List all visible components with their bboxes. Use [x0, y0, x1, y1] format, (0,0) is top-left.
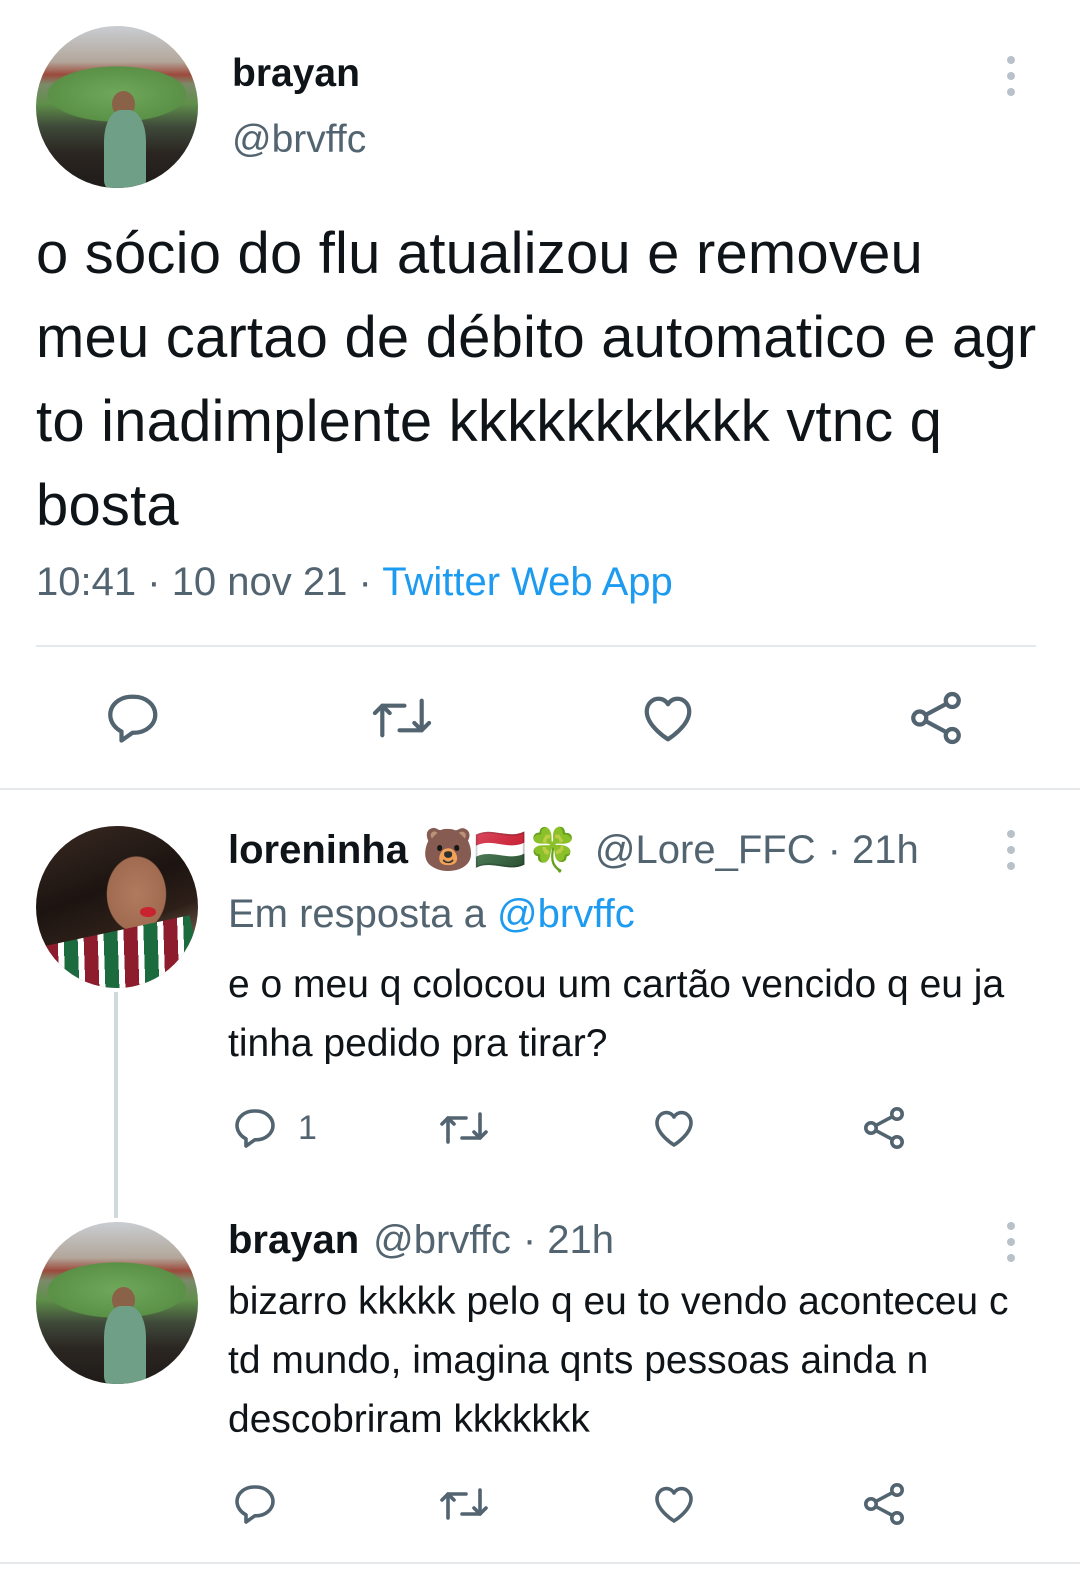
meta-separator: · — [358, 560, 372, 604]
reply-icon — [235, 1485, 275, 1524]
retweet-icon — [440, 1488, 488, 1520]
reply-icon — [235, 1109, 275, 1148]
more-options-icon[interactable] — [1006, 830, 1016, 870]
divider — [0, 1562, 1080, 1564]
reply-author-handle[interactable]: @Lore_FFC — [595, 828, 816, 873]
in-reply-prefix: Em resposta a — [228, 892, 486, 936]
reply-header: brayan @brvffc · 21h — [228, 1218, 614, 1263]
retweet-button[interactable] — [438, 1104, 490, 1152]
share-button[interactable] — [860, 1480, 908, 1528]
like-icon — [655, 1110, 693, 1147]
retweet-icon — [372, 698, 432, 738]
like-button[interactable] — [650, 1480, 698, 1528]
retweet-icon — [440, 1112, 488, 1144]
like-button[interactable] — [638, 688, 698, 748]
retweet-button[interactable] — [438, 1480, 490, 1528]
reply-button[interactable] — [232, 1480, 280, 1528]
tweet-text: o sócio do flu atualizou e removeu meu c… — [36, 221, 1037, 538]
divider — [0, 788, 1080, 790]
share-icon — [864, 1107, 904, 1149]
reply-icon — [108, 694, 158, 743]
more-options-icon[interactable] — [1006, 56, 1016, 96]
reply-author-avatar[interactable] — [36, 1222, 198, 1384]
tweet-source-link[interactable]: Twitter Web App — [382, 560, 673, 604]
reply-count: 1 — [298, 1108, 317, 1147]
reply-author-avatar[interactable] — [36, 826, 198, 988]
like-icon — [655, 1486, 693, 1523]
more-options-icon[interactable] — [1006, 1222, 1016, 1262]
reply-text: e o meu q colocou um cartão vencido q eu… — [228, 963, 1005, 1065]
tweet-date: 10 nov 21 — [171, 560, 348, 604]
author-emojis: 🐻🇭🇺🍀 — [422, 826, 579, 873]
author-name[interactable]: brayan — [232, 52, 360, 96]
reply-header: loreninha 🐻🇭🇺🍀 @Lore_FFC · 21h — [228, 826, 919, 875]
reply-author-name[interactable]: brayan — [228, 1218, 359, 1263]
tweet-page: brayan @brvffc o sócio do flu atualizou … — [0, 0, 1080, 1581]
author-avatar[interactable] — [36, 26, 198, 188]
tweet-time: 10:41 — [36, 560, 137, 604]
share-icon — [911, 691, 961, 745]
reply-button[interactable] — [104, 688, 164, 748]
reply-age: · 21h — [522, 1218, 615, 1262]
reply-author-handle[interactable]: @brvffc — [373, 1218, 511, 1263]
thread-connector — [114, 992, 118, 1218]
like-icon — [644, 696, 692, 742]
like-button[interactable] — [650, 1104, 698, 1152]
author-handle[interactable]: @brvffc — [232, 118, 366, 162]
in-reply-to: Em resposta a @brvffc — [228, 892, 635, 937]
in-reply-mention-link[interactable]: @brvffc — [497, 892, 635, 936]
share-button[interactable] — [906, 688, 966, 748]
retweet-button[interactable] — [370, 688, 434, 748]
reply-button[interactable]: 1 — [232, 1104, 317, 1152]
reply-age: · 21h — [827, 828, 919, 872]
meta-separator: · — [147, 560, 161, 604]
share-icon — [864, 1483, 904, 1525]
share-button[interactable] — [860, 1104, 908, 1152]
reply-author-name[interactable]: loreninha — [228, 828, 408, 873]
reply-text: bizarro kkkkk pelo q eu to vendo acontec… — [228, 1280, 1009, 1441]
divider — [36, 645, 1036, 647]
tweet-meta: 10:41 · 10 nov 21 · Twitter Web App — [36, 560, 673, 605]
